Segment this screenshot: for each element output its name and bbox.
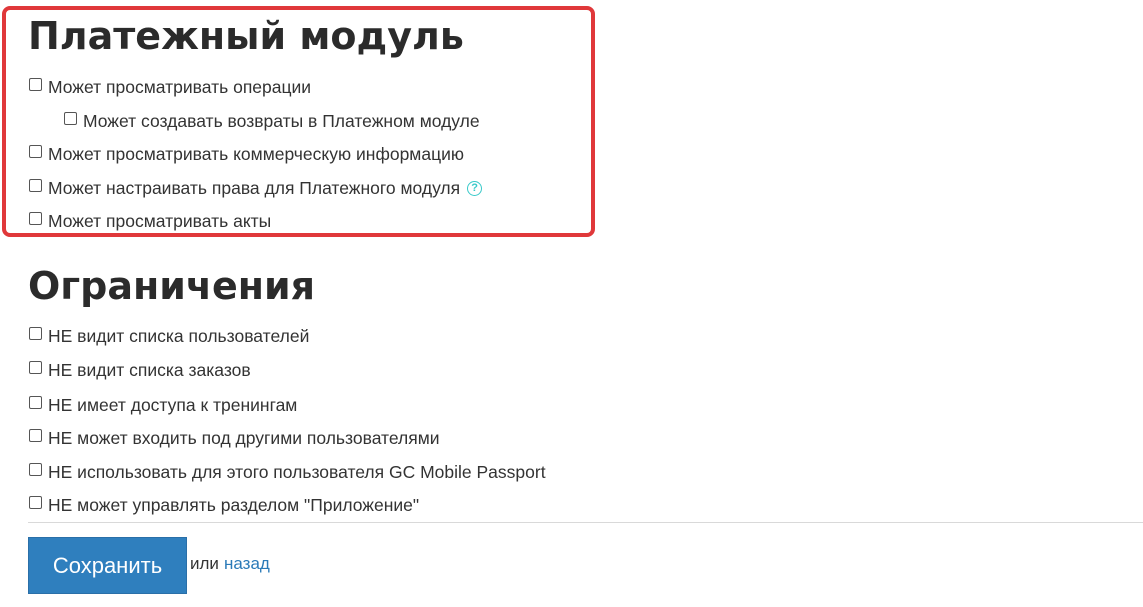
checkbox[interactable] [29,326,42,340]
checkbox-row-no-users-list[interactable]: НЕ видит списка пользователей [29,325,309,347]
checkbox-label: НЕ видит списка пользователей [48,325,310,346]
checkbox-row-view-acts[interactable]: Может просматривать акты [29,210,271,232]
checkbox-label: НЕ использовать для этого пользователя G… [48,461,546,482]
checkbox[interactable] [29,395,42,409]
checkbox-row-no-impersonation[interactable]: НЕ может входить под другими пользовател… [29,427,440,449]
checkbox-label: Может настраивать права для Платежного м… [48,177,461,198]
or-text: или [190,554,219,573]
checkbox-row-configure-rights[interactable]: Может настраивать права для Платежного м… [29,177,483,199]
checkbox-row-create-refunds[interactable]: Может создавать возвраты в Платежном мод… [64,110,480,132]
checkbox[interactable] [29,144,42,158]
checkbox-label: Может просматривать операции [48,76,312,97]
checkbox-label: НЕ видит списка заказов [48,359,251,380]
checkbox-row-no-trainings[interactable]: НЕ имеет доступа к тренингам [29,394,297,416]
checkbox-label: Может просматривать акты [48,210,272,231]
checkbox[interactable] [29,495,42,509]
checkbox[interactable] [29,211,42,225]
checkbox[interactable] [29,360,42,374]
checkbox-label: Может создавать возвраты в Платежном мод… [83,110,480,131]
divider [28,522,1143,523]
checkbox[interactable] [64,111,77,125]
checkbox-row-no-mobile-passport[interactable]: НЕ использовать для этого пользователя G… [29,461,546,483]
restrictions-title: Ограничения [28,264,316,308]
checkbox-row-view-operations[interactable]: Может просматривать операции [29,76,311,98]
checkbox[interactable] [29,462,42,476]
checkbox[interactable] [29,428,42,442]
question-icon[interactable]: ? [467,180,483,196]
checkbox-row-view-commercial-info[interactable]: Может просматривать коммерческую информа… [29,143,464,165]
checkbox-label: НЕ может входить под другими пользовател… [48,427,440,448]
payment-module-title: Платежный модуль [28,14,464,58]
checkbox-label: Может просматривать коммерческую информа… [48,143,464,164]
checkbox-row-no-orders-list[interactable]: НЕ видит списка заказов [29,359,251,381]
checkbox-label: НЕ может управлять разделом "Приложение" [48,494,420,515]
permissions-page: Платежный модуль Может просматривать опе… [0,0,1143,607]
checkbox-label: НЕ имеет доступа к тренингам [48,394,298,415]
checkbox[interactable] [29,178,42,192]
save-button[interactable]: Сохранить [28,537,187,594]
back-link[interactable]: назад [224,554,270,574]
checkbox-row-no-app-section[interactable]: НЕ может управлять разделом "Приложение" [29,494,419,516]
checkbox[interactable] [29,77,42,91]
